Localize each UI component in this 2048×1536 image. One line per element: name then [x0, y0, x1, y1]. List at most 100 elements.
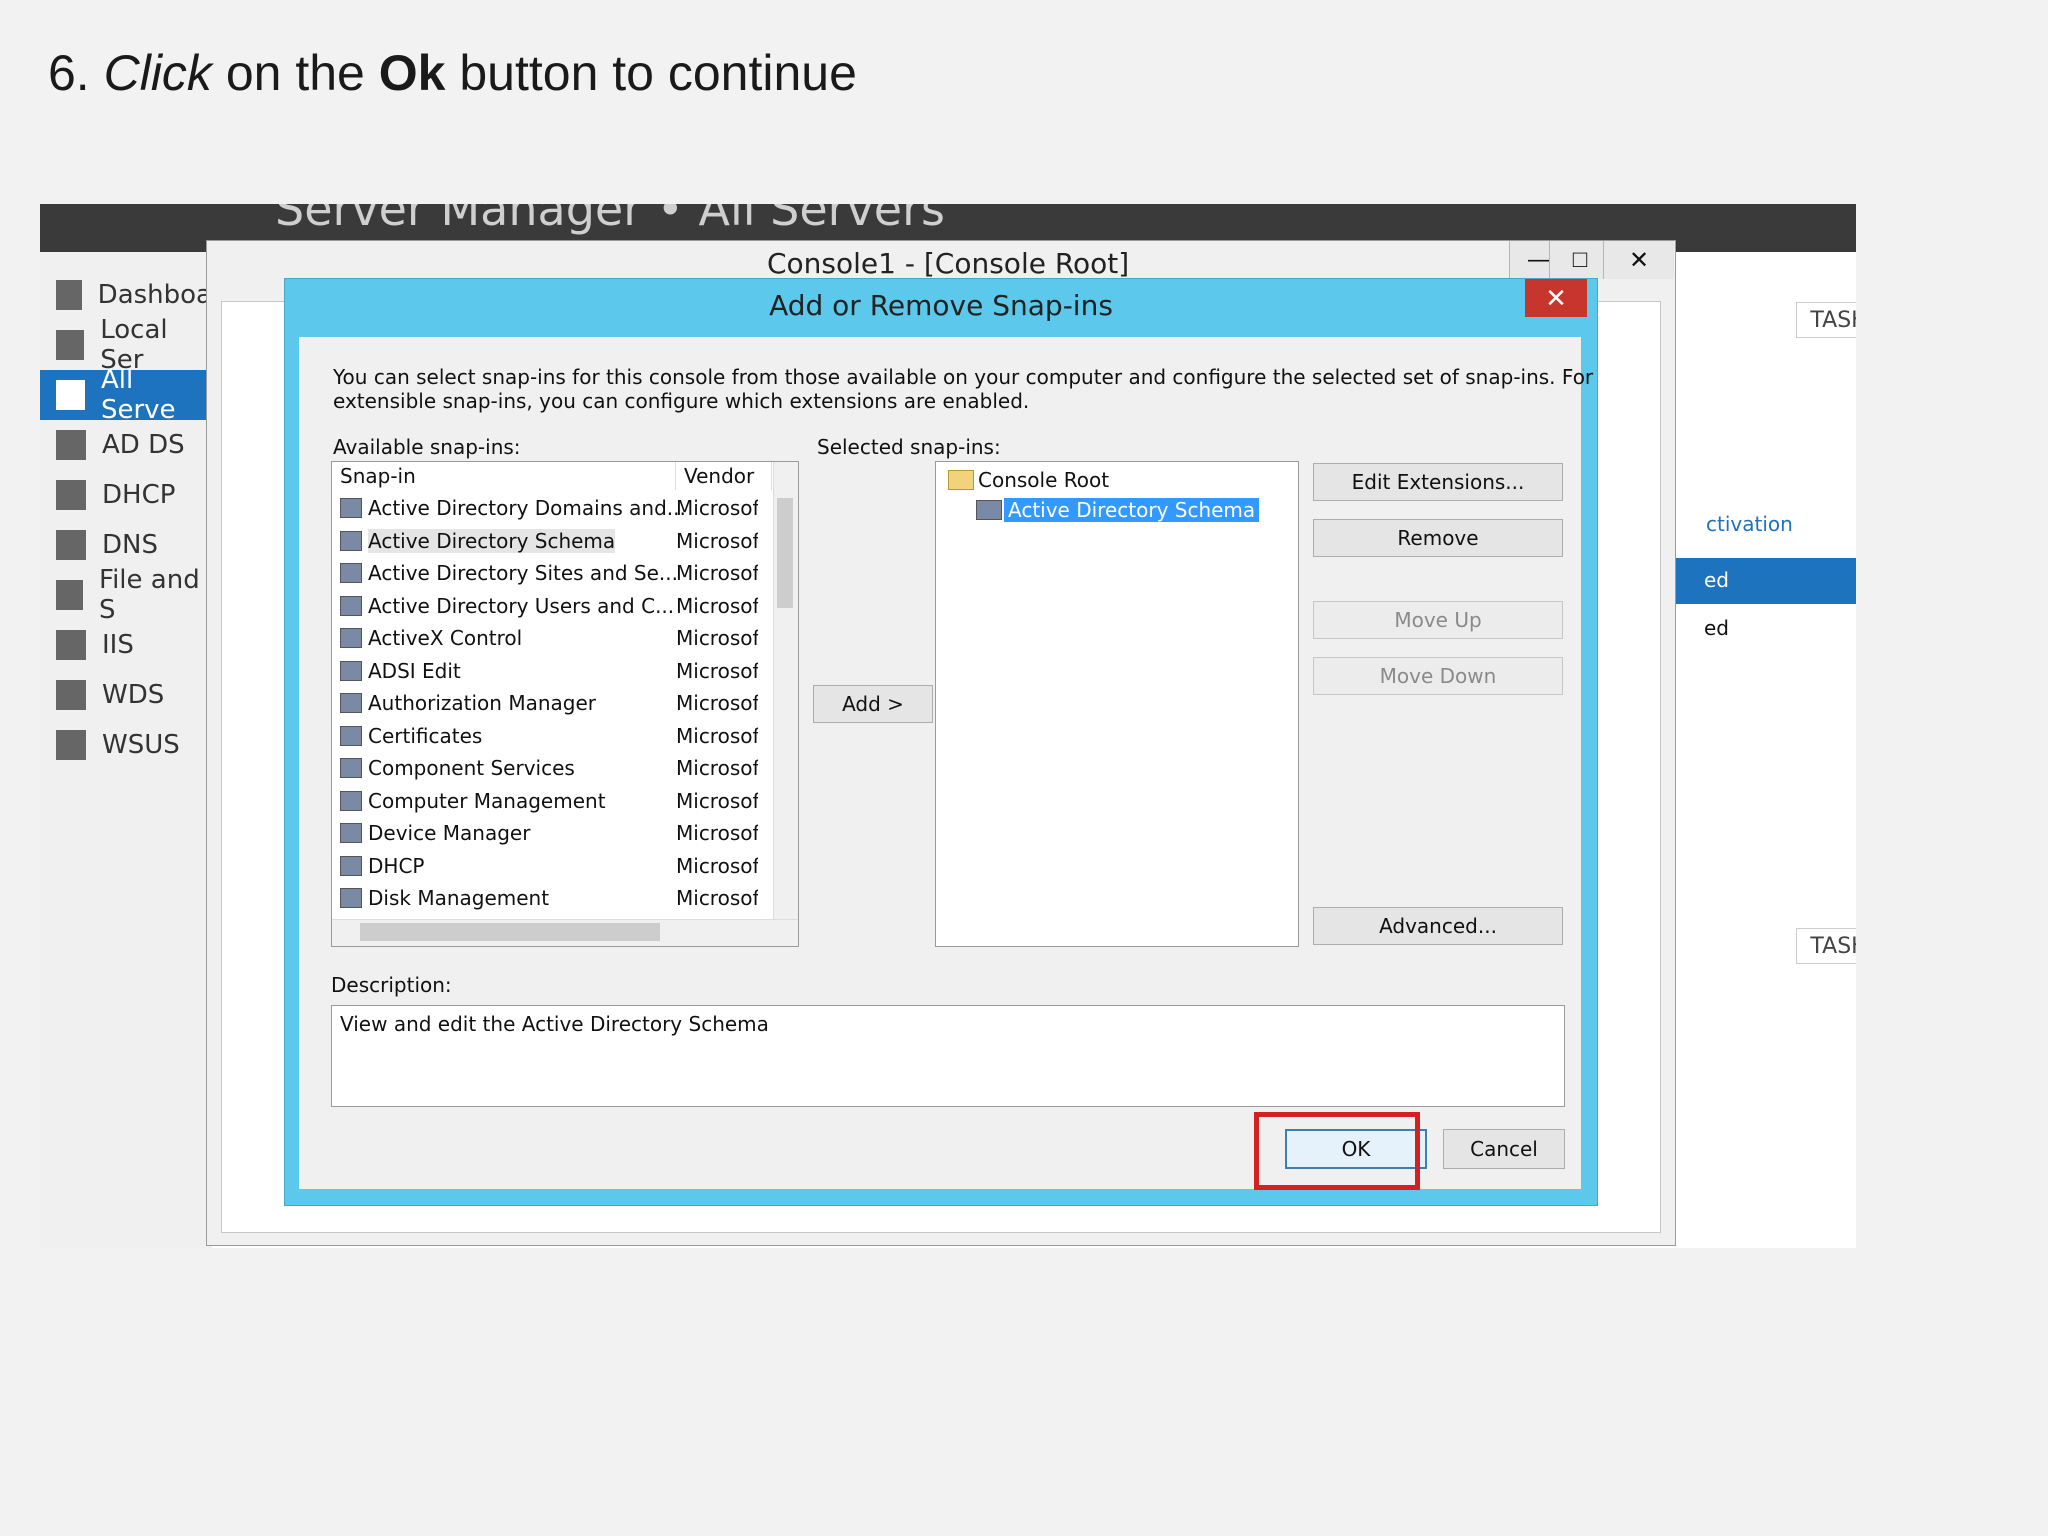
- right-selected-row[interactable]: ed: [1676, 558, 1856, 604]
- snapin-row[interactable]: Active Directory Sites and Se... Microsof: [332, 557, 762, 589]
- snapin-row[interactable]: Device Manager Microsof: [332, 817, 762, 849]
- snapin-row[interactable]: ActiveX Control Microsof: [332, 622, 762, 654]
- tasks-button[interactable]: TASKS: [1796, 302, 1856, 338]
- ok-word: Ok: [378, 45, 446, 101]
- snapin-row[interactable]: Active Directory Schema Microsof: [332, 525, 762, 557]
- snapin-row[interactable]: ADSI Edit Microsof: [332, 655, 762, 687]
- snapin-vendor: Microsof: [676, 496, 758, 520]
- snapin-name: Active Directory Domains and...: [368, 496, 686, 520]
- dialog-title: Add or Remove Snap-ins: [769, 289, 1113, 322]
- snapin-row[interactable]: DHCP Microsof: [332, 850, 762, 882]
- snapin-name: Disk Management: [368, 886, 550, 910]
- sidebar-item-label: All Serve: [100, 365, 176, 425]
- console-close-button[interactable]: ✕: [1603, 241, 1674, 279]
- snapin-icon: [340, 595, 362, 616]
- selected-snapins-tree[interactable]: Console Root Active Directory Schema: [935, 461, 1299, 947]
- file-storage-icon: [56, 580, 84, 610]
- snapin-vendor: Microsof: [676, 561, 758, 585]
- snapin-vendor: Microsof: [676, 528, 758, 553]
- snapin-row[interactable]: Component Services Microsof: [332, 752, 762, 784]
- snapin-icon: [340, 563, 362, 583]
- snapin-row[interactable]: Disk Management Microsof: [332, 882, 762, 914]
- add-button[interactable]: Add >: [813, 685, 933, 723]
- cancel-button[interactable]: Cancel: [1443, 1129, 1565, 1169]
- snapin-icon: [340, 823, 362, 843]
- snapin-icon: [340, 628, 362, 648]
- right-selected-text: ed: [1704, 568, 1729, 592]
- step-number: 6.: [48, 45, 90, 101]
- snapin-vendor: Microsof: [676, 788, 758, 813]
- server-manager-sidebar: Dashboa Local Ser All Serve AD DS DHCP DNS Fil…: [40, 252, 212, 1248]
- remove-button[interactable]: Remove: [1313, 519, 1563, 557]
- edit-extensions-button[interactable]: Edit Extensions...: [1313, 463, 1563, 501]
- selected-label: Selected snap-ins:: [817, 435, 1001, 459]
- snapin-vendor: Microsof: [676, 593, 758, 618]
- dialog-content: You can select snap-ins for this console…: [299, 337, 1593, 1189]
- folder-icon: [948, 470, 974, 490]
- maximize-button[interactable]: □: [1549, 241, 1610, 279]
- server-manager-title: Server Manager • All Servers: [275, 204, 945, 236]
- hscroll-thumb[interactable]: [360, 923, 660, 941]
- iis-icon: [56, 630, 86, 660]
- snapin-icon: [340, 725, 362, 746]
- snapin-vendor: Microsof: [676, 691, 758, 715]
- snapin-icon: [340, 530, 362, 551]
- sidebar-item-0[interactable]: Dashboa: [40, 270, 212, 320]
- sidebar-item-2[interactable]: All Serve: [40, 365, 212, 425]
- column-header-vendor[interactable]: Vendor: [676, 462, 772, 490]
- snapin-icon: [340, 660, 362, 681]
- scroll-thumb[interactable]: [777, 498, 793, 608]
- snapin-icon: [340, 855, 362, 876]
- instruction-caption: 6. Click on the Ok button to continue: [48, 44, 857, 102]
- vertical-scrollbar[interactable]: [773, 462, 798, 946]
- sidebar-item-5[interactable]: DNS: [40, 520, 212, 570]
- snapin-row[interactable]: Authorization Manager Microsof: [332, 687, 762, 719]
- tasks-button-2[interactable]: TASKS: [1796, 928, 1856, 964]
- sidebar-item-3[interactable]: AD DS: [40, 420, 212, 470]
- snapin-row[interactable]: Certificates Microsof: [332, 720, 762, 752]
- sidebar-item-label: WDS: [102, 680, 165, 710]
- snapin-name: ActiveX Control: [368, 626, 523, 650]
- server-manager-right-pane: TASKS ctivation TASKS: [1676, 252, 1856, 1248]
- snapin-icon: [340, 758, 362, 778]
- tree-console-root[interactable]: Console Root: [978, 468, 1109, 492]
- available-snapins-list[interactable]: Snap-in Vendor Active Directory Domains …: [331, 461, 799, 947]
- move-up-button[interactable]: Move Up: [1313, 601, 1563, 639]
- sidebar-item-7[interactable]: IIS: [40, 620, 212, 670]
- sidebar-item-9[interactable]: WSUS: [40, 720, 212, 770]
- snapin-row[interactable]: Computer Management Microsof: [332, 785, 762, 817]
- snapin-icon: [340, 693, 362, 713]
- snapin-vendor: Microsof: [676, 658, 758, 683]
- snapin-name: Device Manager: [368, 821, 531, 845]
- caption-mid: on the: [225, 45, 365, 101]
- description-box: View and edit the Active Directory Schem…: [331, 1005, 1565, 1107]
- console-title: Console1 - [Console Root]: [767, 247, 1130, 280]
- snapin-vendor: Microsof: [676, 853, 758, 878]
- snapin-name: ADSI Edit: [368, 658, 461, 683]
- sidebar-item-8[interactable]: WDS: [40, 670, 212, 720]
- ok-highlight-box: [1254, 1112, 1420, 1190]
- snapin-name: Certificates: [368, 723, 483, 748]
- snapin-name: Authorization Manager: [368, 691, 596, 715]
- snapin-row[interactable]: Active Directory Domains and... Microsof: [332, 492, 762, 524]
- sidebar-item-4[interactable]: DHCP: [40, 470, 212, 520]
- move-down-button[interactable]: Move Down: [1313, 657, 1563, 695]
- sidebar-item-label: WSUS: [102, 730, 180, 760]
- snapin-vendor: Microsof: [676, 886, 758, 910]
- available-label: Available snap-ins:: [333, 435, 521, 459]
- intro-text-2: extensible snap-ins, you can configure w…: [333, 389, 1030, 413]
- dialog-close-button[interactable]: ✕: [1525, 279, 1587, 317]
- schema-icon: [976, 500, 1002, 520]
- tree-active-directory-schema[interactable]: Active Directory Schema: [1004, 498, 1260, 522]
- snapin-row[interactable]: Active Directory Users and C... Microsof: [332, 590, 762, 622]
- sidebar-item-6[interactable]: File and S: [40, 565, 212, 625]
- right-text-2: ed: [1704, 616, 1729, 640]
- sidebar-item-1[interactable]: Local Ser: [40, 315, 212, 375]
- add-remove-snapins-dialog: Add or Remove Snap-ins ✕ You can select …: [284, 278, 1598, 1206]
- snapin-icon: [340, 888, 362, 908]
- snapin-vendor: Microsof: [676, 821, 758, 845]
- description-label: Description:: [331, 973, 452, 997]
- advanced-button[interactable]: Advanced...: [1313, 907, 1563, 945]
- horizontal-scrollbar[interactable]: [332, 919, 798, 946]
- column-header-snapin[interactable]: Snap-in: [332, 462, 676, 490]
